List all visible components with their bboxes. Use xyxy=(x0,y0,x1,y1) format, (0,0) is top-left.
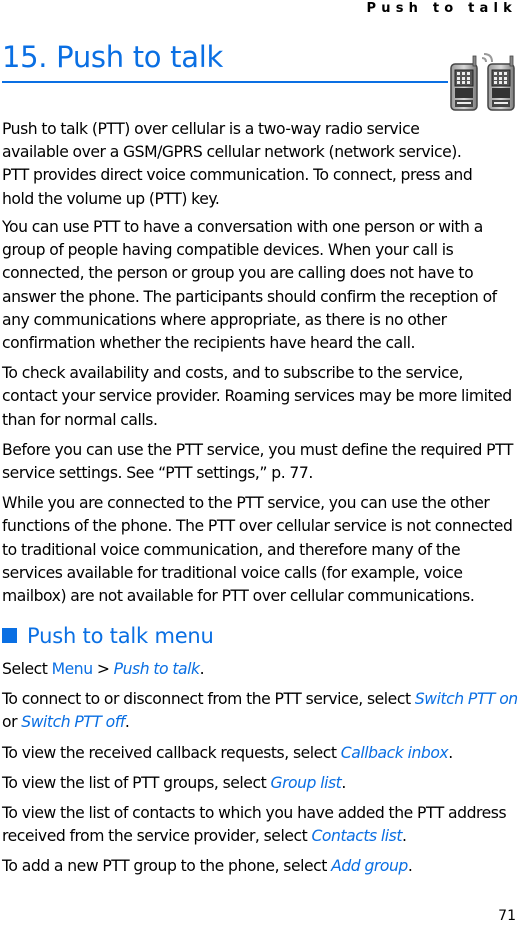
instruction: To connect to or disconnect from the PTT… xyxy=(2,688,519,734)
select-line: Select Menu > Push to talk. xyxy=(2,658,519,681)
section-title: Push to talk menu xyxy=(27,624,214,648)
chapter-title-text: Push to talk xyxy=(56,40,223,74)
text: To add a new PTT group to the phone, sel… xyxy=(2,857,332,876)
instruction: To view the received callback requests, … xyxy=(2,742,519,765)
group-list-link[interactable]: Group list xyxy=(270,774,341,792)
push-to-talk-link[interactable]: Push to talk xyxy=(114,660,200,678)
separator: > xyxy=(92,660,114,678)
text: . xyxy=(407,857,413,876)
intro-paragraph: Push to talk (PTT) over cellular is a tw… xyxy=(2,120,473,208)
text: . xyxy=(199,660,205,678)
text: To view the received callback requests, … xyxy=(2,743,341,762)
intro-paragraph: While you are connected to the PTT servi… xyxy=(2,494,513,606)
contacts-list-link[interactable]: Contacts list xyxy=(311,827,402,845)
callback-inbox-link[interactable]: Callback inbox xyxy=(341,744,449,762)
menu-link[interactable]: Menu xyxy=(52,660,93,678)
switch-ptt-off-link[interactable]: Switch PTT off xyxy=(21,713,125,731)
intro-paragraph-1-wrap: Push to talk (PTT) over cellular is a tw… xyxy=(2,118,473,218)
instruction: To view the list of PTT groups, select G… xyxy=(2,772,519,795)
switch-ptt-on-link[interactable]: Switch PTT on xyxy=(415,690,518,708)
section-heading: Push to talk menu xyxy=(2,624,214,648)
page-number: 71 xyxy=(498,908,516,924)
text: To connect to or disconnect from the PTT… xyxy=(2,690,415,709)
text: To view the list of contacts to which yo… xyxy=(2,804,507,846)
add-group-link[interactable]: Add group xyxy=(331,857,408,875)
chapter-title: 15. Push to talk xyxy=(2,40,223,74)
section-bullet-square xyxy=(2,628,17,643)
intro-paragraph: Before you can use the PTT service, you … xyxy=(2,440,513,483)
intro-paragraphs: You can use PTT to have a conversation w… xyxy=(2,216,519,615)
instruction: To add a new PTT group to the phone, sel… xyxy=(2,855,519,878)
ptt-walkie-talkies-icon xyxy=(450,53,515,111)
text: . xyxy=(448,743,453,762)
intro-paragraph: To check availability and costs, and to … xyxy=(2,364,512,429)
chapter-rule xyxy=(2,81,448,83)
intro-paragraph: You can use PTT to have a conversation w… xyxy=(2,218,497,353)
instruction: To view the list of contacts to which yo… xyxy=(2,802,519,848)
text: . xyxy=(341,773,346,792)
section-body: Select Menu > Push to talk. To connect t… xyxy=(2,658,519,886)
text: or xyxy=(2,713,22,732)
text: Select xyxy=(2,660,52,678)
chapter-number: 15. xyxy=(2,40,48,74)
text: . xyxy=(402,827,407,846)
text: . xyxy=(124,713,130,732)
running-header: Push to talk xyxy=(366,1,517,16)
text: To view the list of PTT groups, select xyxy=(2,773,271,792)
